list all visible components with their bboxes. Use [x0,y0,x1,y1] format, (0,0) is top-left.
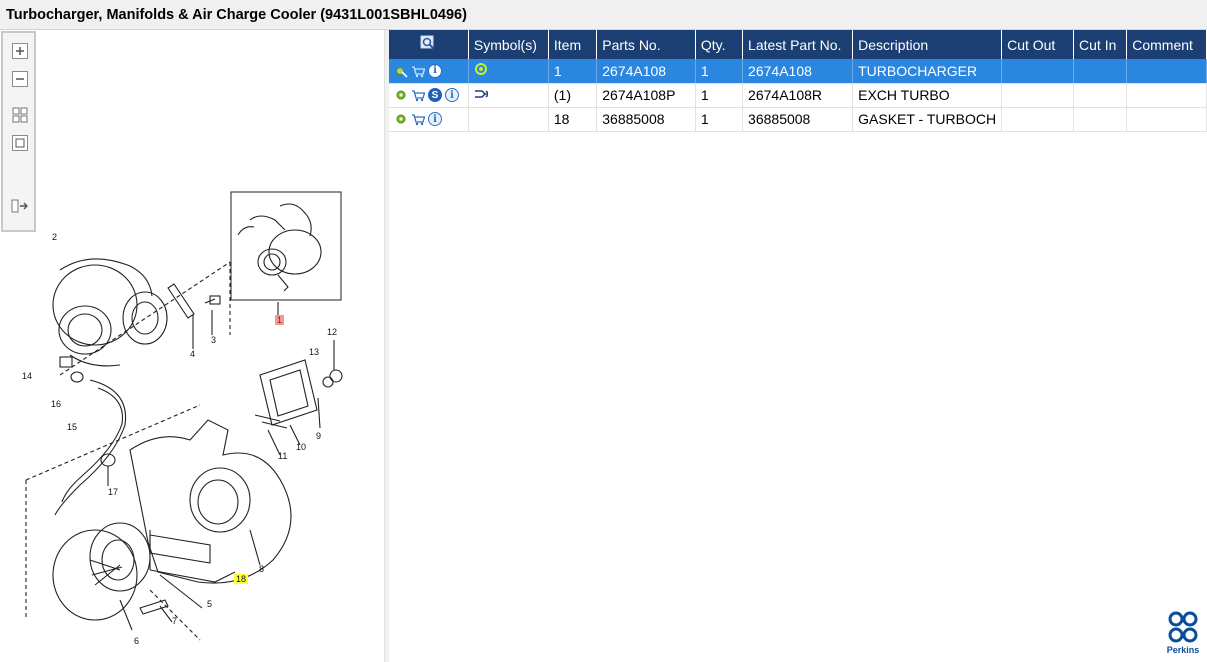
callout-5[interactable]: 5 [207,599,212,609]
column-header-symbols[interactable]: Symbol(s) [468,30,549,59]
column-header-qty[interactable]: Qty. [695,30,744,59]
callout-6[interactable]: 6 [134,636,139,646]
callout-12[interactable]: 12 [327,327,337,337]
cut-in-cell [1073,83,1128,108]
toggle-panel-icon[interactable] [10,196,30,216]
parts-grid-pane: Symbol(s) Item Parts No. Qty. Latest Par… [389,30,1207,662]
callout-4[interactable]: 4 [190,349,195,359]
comment-cell [1126,107,1207,132]
latest-part-no-cell: 2674A108R [742,83,854,108]
cart-icon[interactable] [411,88,425,102]
info-icon[interactable]: i [445,88,459,102]
diagram-toolbar [1,31,36,232]
comment-cell [1126,83,1207,108]
zoom-in-icon[interactable] [10,41,30,61]
perkins-logo-icon [1168,611,1198,643]
callout-17[interactable]: 17 [108,487,118,497]
turbocharger-symbol-icon [474,62,488,76]
description-cell: GASKET - TURBOCH [852,107,1003,132]
callout-14[interactable]: 14 [22,371,32,381]
table-row[interactable]: i 18 36885008 1 36885008 GASKET - TURBOC… [389,107,1207,132]
callout-2[interactable]: 2 [52,232,57,242]
table-row[interactable]: i 1 2674A108 1 2674A108 TURBOCHARGER [389,59,1207,84]
callout-16[interactable]: 16 [51,399,61,409]
cut-in-cell [1073,107,1128,132]
exploded-diagram[interactable] [0,30,386,662]
callout-10[interactable]: 10 [296,442,306,452]
cut-out-cell [1001,59,1075,84]
search-icon[interactable] [420,35,436,51]
column-header-description[interactable]: Description [852,30,1003,59]
description-cell: TURBOCHARGER [852,59,1003,84]
logo-text: Perkins [1166,645,1200,655]
item-cell: 1 [548,59,598,84]
zoom-out-icon[interactable] [10,69,30,89]
column-header-parts-no[interactable]: Parts No. [596,30,696,59]
column-header-latest-part-no[interactable]: Latest Part No. [742,30,854,59]
gear-icon[interactable] [394,88,408,102]
parts-table: Symbol(s) Item Parts No. Qty. Latest Par… [389,30,1207,132]
service-exchange-icon[interactable]: S [428,88,442,102]
fit-all-icon[interactable] [10,105,30,125]
latest-part-no-cell: 2674A108 [742,59,854,84]
comment-cell [1126,59,1207,84]
column-header-comment[interactable]: Comment [1126,30,1207,59]
callout-3[interactable]: 3 [211,335,216,345]
parts-no-cell: 36885008 [596,107,696,132]
qty-cell: 1 [695,83,744,108]
column-header-cut-out[interactable]: Cut Out [1001,30,1075,59]
callout-1[interactable]: 1 [275,315,285,325]
column-header-cut-in[interactable]: Cut In [1073,30,1128,59]
item-cell: (1) [548,83,598,108]
callout-13[interactable]: 13 [309,347,319,357]
perkins-logo: Perkins [1163,610,1203,660]
column-header-search[interactable] [389,30,469,59]
cart-icon[interactable] [411,64,425,78]
table-row[interactable]: S i (1) 2674A108P 1 2674A108R EXCH TURBO [389,83,1207,108]
parts-no-cell: 2674A108 [596,59,696,84]
parts-no-cell: 2674A108P [596,83,696,108]
exploded-diagram-pane[interactable]: 2 1 3 4 12 13 14 16 15 9 10 11 17 8 18 5… [0,30,386,662]
info-icon[interactable]: i [428,63,442,78]
exchange-symbol-icon [474,87,488,101]
latest-part-no-cell: 36885008 [742,107,854,132]
page-title: Turbocharger, Manifolds & Air Charge Coo… [0,0,1207,30]
callout-11[interactable]: 11 [278,451,287,461]
callout-8[interactable]: 8 [259,564,264,574]
callout-9[interactable]: 9 [316,431,321,441]
header-row: Symbol(s) Item Parts No. Qty. Latest Par… [389,30,1207,59]
qty-cell: 1 [695,59,744,84]
info-icon[interactable]: i [428,112,442,126]
description-cell: EXCH TURBO [852,83,1003,108]
gear-cursor-icon[interactable] [394,64,408,78]
qty-cell: 1 [695,107,744,132]
column-header-item[interactable]: Item [548,30,598,59]
cut-out-cell [1001,83,1075,108]
actual-size-icon[interactable] [10,133,30,153]
cart-icon[interactable] [411,112,425,126]
callout-7[interactable]: 7 [172,616,177,626]
gear-icon[interactable] [394,112,408,126]
cut-out-cell [1001,107,1075,132]
callout-15[interactable]: 15 [67,422,77,432]
cut-in-cell [1073,59,1128,84]
callout-18[interactable]: 18 [234,574,249,584]
item-cell: 18 [548,107,598,132]
